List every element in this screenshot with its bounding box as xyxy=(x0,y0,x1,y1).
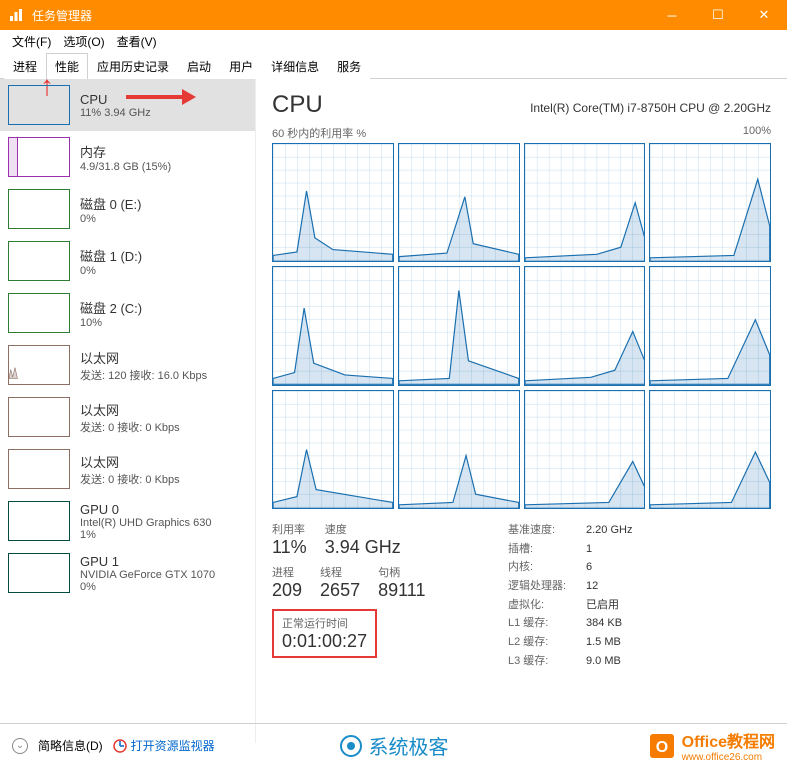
sidebar-item-memory[interactable]: 内存4.9/31.8 GB (15%) xyxy=(0,131,255,183)
core-graph xyxy=(398,143,520,262)
svg-text:O: O xyxy=(655,739,667,756)
window-title: 任务管理器 xyxy=(32,7,649,24)
tab-startup[interactable]: 启动 xyxy=(178,53,220,79)
brief-info-link[interactable]: 简略信息(D) xyxy=(38,737,103,754)
footer: ⌄ 简略信息(D) 打开资源监视器 系统极客 O Office教程网www.of… xyxy=(0,723,787,767)
gpu-thumb xyxy=(8,501,70,541)
uptime-label: 正常运行时间 xyxy=(282,615,367,631)
menu-options[interactable]: 选项(O) xyxy=(57,31,110,52)
core-graph xyxy=(524,266,646,385)
uptime-highlight: 正常运行时间 0:01:00:27 xyxy=(272,609,377,658)
resmon-icon xyxy=(113,739,127,753)
minimize-button[interactable]: ─ xyxy=(649,0,695,30)
maximize-button[interactable]: ☐ xyxy=(695,0,741,30)
disk-thumb xyxy=(8,189,70,229)
watermark-right: O Office教程网www.office26.com xyxy=(648,728,775,763)
annotation-arrow-right xyxy=(126,85,196,109)
core-graph xyxy=(649,266,771,385)
menu-file[interactable]: 文件(F) xyxy=(6,31,57,52)
graph-label-right: 100% xyxy=(743,125,771,141)
core-graph xyxy=(524,143,646,262)
core-graph xyxy=(649,390,771,509)
watermark-center: 系统极客 xyxy=(339,731,449,760)
cpu-heading: CPU xyxy=(272,91,323,119)
core-graph xyxy=(398,390,520,509)
sidebar-item-eth1[interactable]: 以太网发送: 0 接收: 0 Kbps xyxy=(0,391,255,443)
sidebar-item-gpu1[interactable]: GPU 1NVIDIA GeForce GTX 10700% xyxy=(0,547,255,599)
core-graph xyxy=(272,143,394,262)
sidebar-item-disk1[interactable]: 磁盘 1 (D:)0% xyxy=(0,235,255,287)
chevron-down-icon[interactable]: ⌄ xyxy=(12,738,28,754)
watermark-icon xyxy=(339,734,363,758)
close-button[interactable]: ✕ xyxy=(741,0,787,30)
uptime-value: 0:01:00:27 xyxy=(282,631,367,652)
graph-label-left: 60 秒内的利用率 % xyxy=(272,125,366,141)
sidebar-item-gpu0[interactable]: GPU 0Intel(R) UHD Graphics 6301% xyxy=(0,495,255,547)
sidebar-item-eth2[interactable]: 以太网发送: 0 接收: 0 Kbps xyxy=(0,443,255,495)
office-icon: O xyxy=(648,732,676,760)
sidebar: CPU 11% 3.94 GHz 内存4.9/31.8 GB (15%) 磁盘 … xyxy=(0,79,256,743)
core-graph xyxy=(649,143,771,262)
sidebar-item-eth0[interactable]: 以太网发送: 120 接收: 16.0 Kbps xyxy=(0,339,255,391)
core-graph xyxy=(398,266,520,385)
speed-value: 3.94 GHz xyxy=(325,537,401,558)
resource-monitor-link[interactable]: 打开资源监视器 xyxy=(113,737,215,754)
gpu-thumb xyxy=(8,553,70,593)
cpu-core-grid xyxy=(272,143,771,509)
core-graph xyxy=(272,266,394,385)
disk-thumb xyxy=(8,293,70,333)
eth-thumb xyxy=(8,449,70,489)
speed-label: 速度 xyxy=(325,521,401,537)
menubar: 文件(F) 选项(O) 查看(V) xyxy=(0,30,787,52)
titlebar: 任务管理器 ─ ☐ ✕ xyxy=(0,0,787,30)
menu-view[interactable]: 查看(V) xyxy=(111,31,163,52)
eth-thumb xyxy=(8,345,70,385)
eth-thumb xyxy=(8,397,70,437)
sidebar-item-disk0[interactable]: 磁盘 0 (E:)0% xyxy=(0,183,255,235)
util-value: 11% xyxy=(272,537,307,558)
app-icon xyxy=(8,7,24,23)
sidebar-item-disk2[interactable]: 磁盘 2 (C:)10% xyxy=(0,287,255,339)
cpu-model: Intel(R) Core(TM) i7-8750H CPU @ 2.20GHz xyxy=(530,101,771,115)
disk-thumb xyxy=(8,241,70,281)
tab-details[interactable]: 详细信息 xyxy=(262,53,328,79)
util-label: 利用率 xyxy=(272,521,307,537)
tabs: 进程 性能 应用历史记录 启动 用户 详细信息 服务 ↑ xyxy=(0,52,787,79)
core-graph xyxy=(524,390,646,509)
main-panel: CPU Intel(R) Core(TM) i7-8750H CPU @ 2.2… xyxy=(256,79,787,743)
cpu-thumb xyxy=(8,85,70,125)
tab-history[interactable]: 应用历史记录 xyxy=(88,53,178,79)
tab-services[interactable]: 服务 xyxy=(328,53,370,79)
mem-thumb xyxy=(8,137,70,177)
tab-users[interactable]: 用户 xyxy=(220,53,262,79)
core-graph xyxy=(272,390,394,509)
